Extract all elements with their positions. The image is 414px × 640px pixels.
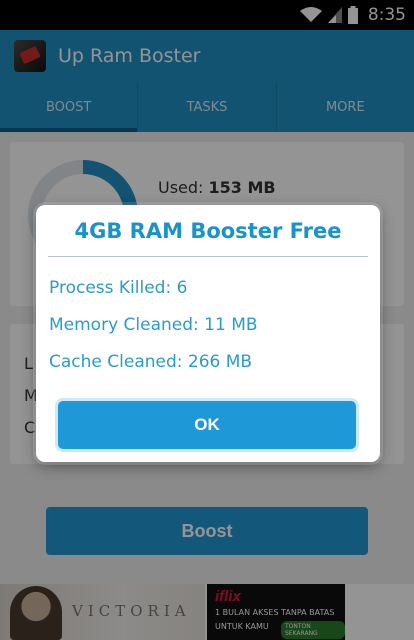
ok-button[interactable]: OK	[58, 401, 356, 449]
memory-cleaned-text: Memory Cleaned: 11 MB	[49, 315, 258, 335]
dialog-divider	[48, 256, 368, 257]
process-killed-text: Process Killed: 6	[49, 278, 188, 298]
result-dialog: 4GB RAM Booster Free Process Killed: 6 M…	[36, 205, 380, 462]
dialog-title: 4GB RAM Booster Free	[74, 219, 342, 243]
cache-cleaned-text: Cache Cleaned: 266 MB	[49, 352, 253, 372]
